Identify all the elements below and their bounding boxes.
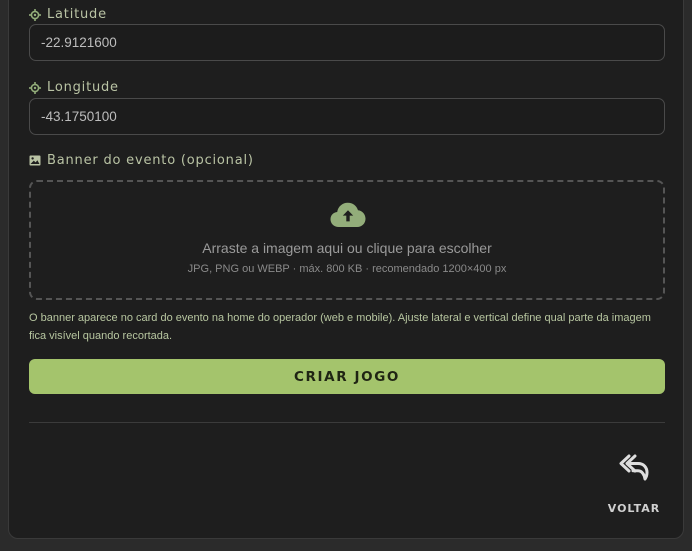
- banner-label: Banner do evento (opcional): [29, 153, 254, 168]
- longitude-label: Longitude: [29, 80, 119, 95]
- latitude-input[interactable]: [29, 24, 665, 61]
- banner-dropzone[interactable]: Arraste a imagem aqui ou clique para esc…: [29, 180, 665, 300]
- latitude-label-text: Latitude: [47, 7, 107, 22]
- create-game-button[interactable]: CRIAR JOGO: [29, 359, 665, 394]
- dropzone-sub-text: JPG, PNG ou WEBP · máx. 800 KB · recomen…: [187, 263, 507, 275]
- crosshair-icon: [29, 8, 41, 21]
- back-button[interactable]: VOLTAR: [600, 452, 668, 518]
- cloud-upload-icon: [330, 202, 366, 232]
- divider: [29, 422, 665, 423]
- crosshair-icon: [29, 81, 41, 94]
- image-icon: [29, 155, 41, 166]
- longitude-label-text: Longitude: [47, 80, 119, 95]
- latitude-label: Latitude: [29, 7, 107, 22]
- back-button-label: VOLTAR: [607, 502, 661, 515]
- longitude-input[interactable]: [29, 98, 665, 135]
- banner-help-text: O banner aparece no card do evento na ho…: [29, 312, 651, 342]
- banner-label-text: Banner do evento (opcional): [47, 153, 254, 168]
- dropzone-main-text: Arraste a imagem aqui ou clique para esc…: [202, 240, 492, 256]
